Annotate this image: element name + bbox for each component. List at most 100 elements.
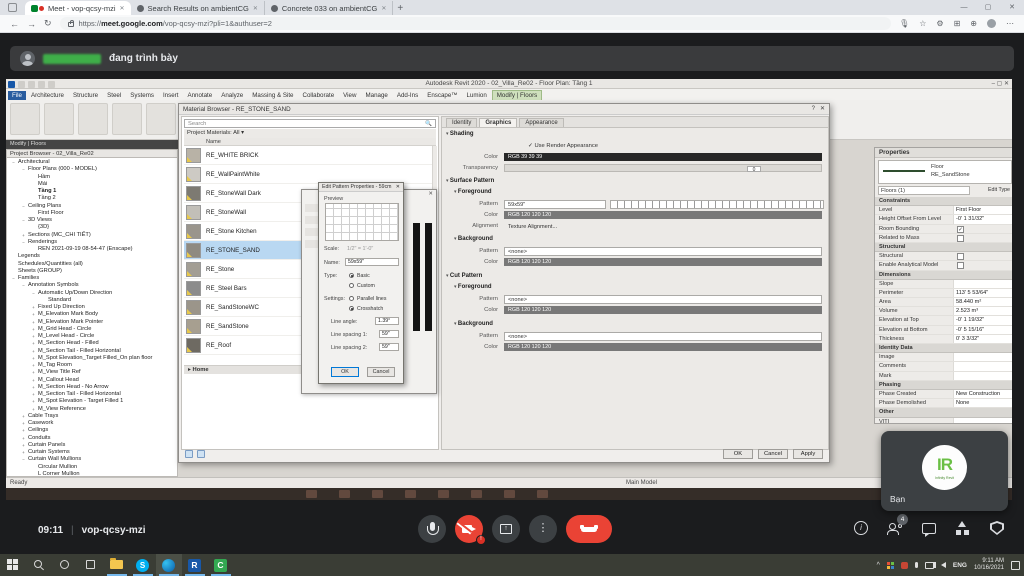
tree-item[interactable]: First Floor	[7, 210, 177, 217]
close-button[interactable]: ✕	[1000, 0, 1024, 15]
ok-button[interactable]: OK	[723, 449, 753, 459]
skype-button[interactable]: S	[130, 554, 156, 576]
pattern-name-field[interactable]: 59x59"	[345, 258, 399, 266]
tree-expand-icon[interactable]: +	[31, 340, 36, 347]
bg-color-swatch[interactable]: RGB 120 120 120	[504, 258, 822, 266]
tray-clock[interactable]: 9:11 AM 10/16/2021	[974, 558, 1004, 572]
tree-item[interactable]: − 3D Views	[7, 217, 177, 224]
tree-expand-icon[interactable]: +	[31, 355, 36, 362]
extensions-icon[interactable]: ⚙	[936, 19, 943, 28]
ribbon-button[interactable]	[112, 103, 142, 135]
tree-expand-icon[interactable]: +	[21, 427, 26, 434]
self-video-tile[interactable]: IR Infinity Revit Bạn	[881, 431, 1008, 511]
ribbon-button[interactable]	[44, 103, 74, 135]
mic-button[interactable]	[418, 515, 446, 543]
tree-item[interactable]: + Ceilings	[7, 427, 177, 434]
maximize-button[interactable]: ▢	[976, 0, 1000, 15]
tray-app-icon[interactable]	[887, 562, 894, 569]
more-options-button[interactable]: ⋮	[529, 515, 557, 543]
tree-expand-icon[interactable]: +	[21, 420, 26, 427]
tree-expand-icon[interactable]: −	[21, 217, 26, 224]
tree-expand-icon[interactable]: −	[31, 290, 36, 297]
property-row[interactable]: Room Bounding ✓ ✓	[875, 225, 1012, 234]
ribbon-button[interactable]	[78, 103, 108, 135]
ribbon-tab[interactable]: Insert	[159, 91, 182, 100]
browser-tab[interactable]: Meet - vop-qcsy-mzi ✕	[25, 1, 131, 15]
tree-item[interactable]: + M_Callout Head	[7, 377, 177, 384]
tree-item[interactable]: + Curtain Panels	[7, 442, 177, 449]
tree-expand-icon[interactable]: +	[21, 413, 26, 420]
hidden-icons-caret[interactable]: ^	[877, 562, 880, 569]
tree-expand-icon[interactable]: +	[31, 391, 36, 398]
tree-item[interactable]: − Architectural	[7, 159, 177, 166]
tree-expand-icon[interactable]: +	[21, 232, 26, 239]
tree-item[interactable]: + M_Section Head - No Arrow	[7, 384, 177, 391]
material-filter[interactable]: Project Materials: All ▾	[184, 129, 436, 138]
revit-window-controls[interactable]: – ▢ ✕	[992, 79, 1009, 89]
cut-fg-pattern-field[interactable]: <none>	[504, 295, 822, 304]
crosshatch-radio[interactable]	[349, 306, 354, 311]
ribbon-tab[interactable]: Collaborate	[299, 91, 339, 100]
more-menu-icon[interactable]: ⋯	[1006, 19, 1014, 28]
taskbar-search-button[interactable]	[26, 554, 52, 576]
tree-item[interactable]: Standard	[7, 297, 177, 304]
tree-expand-icon[interactable]: +	[31, 326, 36, 333]
tree-expand-icon[interactable]: −	[21, 239, 26, 246]
material-browser-title[interactable]: Material Browser - RE_STONE_SAND ? ✕	[179, 104, 829, 115]
tree-expand-icon[interactable]: +	[31, 311, 36, 318]
background-section[interactable]: Background	[454, 236, 493, 242]
foreground-section[interactable]: Foreground	[454, 189, 492, 195]
tab-close-icon[interactable]: ✕	[381, 5, 386, 12]
tab-search-icon[interactable]	[8, 3, 17, 12]
new-tab-button[interactable]: +	[397, 3, 403, 14]
tree-item[interactable]: Legends	[7, 253, 177, 260]
tree-item[interactable]: Circular Mullion	[7, 464, 177, 471]
property-row[interactable]: Phasing	[875, 381, 1012, 390]
ribbon-tab[interactable]: Add-Ins	[393, 91, 422, 100]
browser-tab[interactable]: Concrete 033 on ambientCG ✕	[265, 1, 394, 15]
shading-color-swatch[interactable]: RGB 39 39 39	[504, 153, 822, 161]
cut-pattern-section[interactable]: Cut Pattern	[446, 273, 482, 279]
custom-radio[interactable]	[349, 283, 354, 288]
close-icon[interactable]: ✕	[820, 104, 825, 115]
ribbon-tab[interactable]: Enscape™	[423, 91, 461, 100]
revit-button[interactable]: R	[182, 554, 208, 576]
type-preview[interactable]: Floor RE_SandStone	[878, 160, 1012, 184]
tree-item[interactable]: + Conduits	[7, 435, 177, 442]
tree-item[interactable]: + M_View Title Ref	[7, 369, 177, 376]
project-browser-header[interactable]: Project Browser - 02_Villa_Re02	[6, 149, 178, 158]
edit-type-button[interactable]: Edit Type	[988, 186, 1010, 195]
property-row[interactable]: Elevation at Top -0' 1 19/32" -0' 1 19/3…	[875, 316, 1012, 325]
tree-item[interactable]: − Floor Plans (000 - MODEL)	[7, 166, 177, 173]
notification-center-icon[interactable]	[1011, 561, 1020, 570]
material-row[interactable]: RE_WHITE BRICK	[184, 146, 436, 165]
apply-button[interactable]: Apply	[793, 449, 823, 459]
property-row[interactable]: Comments	[875, 362, 1012, 371]
editor-tab[interactable]: Identity	[446, 118, 477, 127]
favorite-add-icon[interactable]: ☆	[919, 19, 926, 28]
property-row[interactable]: Other	[875, 408, 1012, 417]
tree-expand-icon[interactable]: +	[21, 449, 26, 456]
tray-recording-icon[interactable]	[901, 562, 908, 569]
refresh-icon[interactable]: ↻	[44, 18, 52, 29]
ribbon-tab[interactable]: Steel	[103, 91, 125, 100]
tree-item[interactable]: Schedules/Quantities (all)	[7, 261, 177, 268]
tree-expand-icon[interactable]: −	[11, 159, 16, 166]
tree-item[interactable]: Tầng 1	[7, 188, 177, 195]
tree-expand-icon[interactable]: −	[21, 456, 26, 463]
minimize-button[interactable]: —	[952, 0, 976, 15]
tree-item[interactable]: − Automatic Up/Down Direction	[7, 290, 177, 297]
info-button[interactable]: i	[854, 521, 868, 535]
tree-item[interactable]: + M_Section Tail - Filled Horizontal	[7, 348, 177, 355]
collections-icon[interactable]: ⊞	[954, 19, 961, 28]
tree-expand-icon[interactable]: −	[21, 166, 26, 173]
participants-button[interactable]: 4	[888, 521, 902, 535]
ribbon-button[interactable]	[146, 103, 176, 135]
property-row[interactable]: Enable Analytical Model	[875, 261, 1012, 270]
tree-item[interactable]: + M_Elevation Mark Body	[7, 311, 177, 318]
tree-expand-icon[interactable]: +	[31, 362, 36, 369]
properties-header[interactable]: Properties	[875, 148, 1012, 158]
use-render-appearance-checkbox[interactable]: ✓ Use Render Appearance	[528, 142, 598, 151]
property-row[interactable]: Perimeter 113' 5 53/64" 113' 5 53/64"	[875, 289, 1012, 298]
editor-tab[interactable]: Appearance	[519, 118, 563, 127]
